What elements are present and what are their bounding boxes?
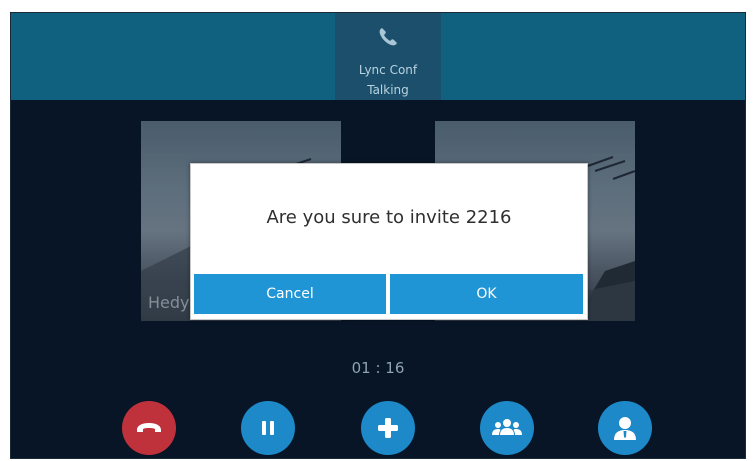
hold-icon xyxy=(262,421,274,435)
add-participant-button[interactable] xyxy=(361,401,415,455)
invite-confirm-dialog: Are you sure to invite 2216 Cancel OK xyxy=(190,163,588,320)
cancel-button[interactable]: Cancel xyxy=(194,274,386,314)
phone-handset-icon xyxy=(379,28,397,46)
conference-icon xyxy=(492,419,522,435)
end-call-button[interactable] xyxy=(122,401,176,455)
end-call-icon xyxy=(137,423,161,432)
line-state: Talking xyxy=(367,83,409,97)
conference-button[interactable] xyxy=(480,401,534,455)
top-status-bar: Lync Conf Talking xyxy=(11,13,745,100)
participant-name: Hedy xyxy=(148,293,190,312)
add-icon xyxy=(378,418,398,438)
phone-screen: Lync Conf Talking Hedy 01 : 16 Are you s… xyxy=(10,12,746,459)
line-name: Lync Conf xyxy=(358,63,418,77)
line-tab-lync-conf[interactable]: Lync Conf Talking xyxy=(335,13,441,100)
hold-button[interactable] xyxy=(241,401,295,455)
dialog-message: Are you sure to invite 2216 xyxy=(266,207,512,228)
contact-button[interactable] xyxy=(598,401,652,455)
ok-button[interactable]: OK xyxy=(390,274,583,314)
contact-icon xyxy=(614,417,636,440)
call-timer: 01 : 16 xyxy=(351,359,405,377)
